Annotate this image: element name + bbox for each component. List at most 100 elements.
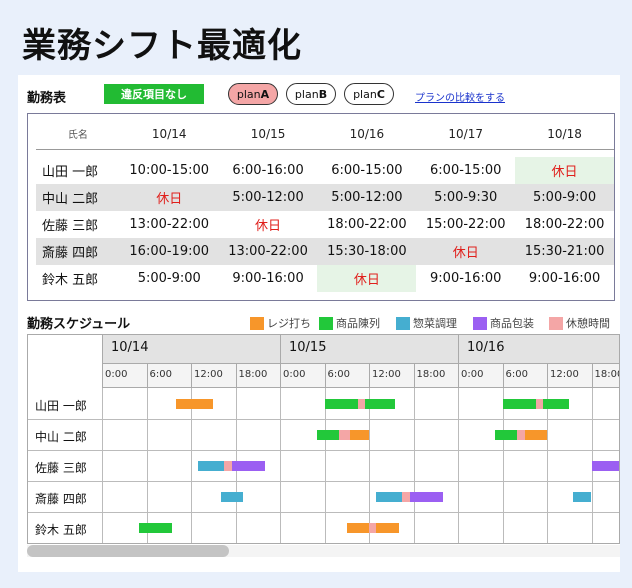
legend-label: レジ打ち (267, 317, 311, 330)
plan-b-prefix: plan (294, 87, 319, 101)
shift-cell[interactable]: 16:00-19:00 (119, 238, 219, 265)
legend-swatch (250, 316, 264, 330)
legend-swatch (549, 316, 563, 330)
shift-cell[interactable]: 15:30-21:00 (515, 238, 614, 265)
schedule-bar[interactable] (572, 492, 592, 502)
legend-item: 惣菜調理 (396, 315, 457, 331)
plan-b-button[interactable]: plan B (286, 83, 336, 105)
schedule-bar[interactable] (357, 399, 366, 409)
schedule-bar[interactable] (524, 430, 547, 440)
schedule-bar[interactable] (139, 523, 173, 533)
shift-cell[interactable]: 9:00-16:00 (416, 265, 515, 292)
shift-cell[interactable]: 13:00-22:00 (120, 211, 219, 238)
plan-a-button[interactable]: plan A (228, 83, 278, 105)
shift-cell[interactable]: 6:00-15:00 (416, 157, 515, 184)
schedule-bar[interactable] (324, 399, 358, 409)
grid-vline (324, 388, 326, 543)
legend-label: 商品陳列 (336, 317, 380, 330)
schedule-bar[interactable] (376, 492, 403, 502)
legend-label: 惣菜調理 (413, 317, 457, 330)
day-header: 10/17 (416, 119, 516, 150)
schedule-employee-name: 山田 一郎 (35, 399, 87, 413)
shift-cell[interactable]: 休日 (515, 157, 614, 184)
shift-cell[interactable]: 15:30-18:00 (317, 238, 417, 265)
grid-vline (102, 388, 103, 543)
schedule-scrollbar[interactable] (27, 545, 620, 557)
hour-header: 0:00 (458, 364, 503, 388)
scrollbar-thumb[interactable] (27, 545, 229, 557)
main-panel: 勤務表 違反項目なし plan A plan B plan C プランの比較をする 氏… (18, 75, 620, 572)
grid-vline (458, 388, 459, 543)
shift-cell[interactable]: 10:00-15:00 (120, 157, 219, 184)
shift-cell[interactable]: 9:00-16:00 (219, 265, 318, 292)
shift-table-box: 氏名 10/14 10/15 10/16 10/17 10/18 山田 一郎 10… (27, 113, 615, 301)
plan-c-button[interactable]: plan C (344, 83, 394, 105)
legend-item: レジ打ち (250, 315, 311, 331)
schedule-bar[interactable] (495, 430, 518, 440)
grid-vline (369, 388, 370, 543)
shift-row: 中山 二郎 休日 5:00-12:00 5:00-12:00 5:00-9:30 5:00… (36, 184, 614, 211)
schedule-bar[interactable] (402, 492, 410, 502)
hour-header: 0:00 (102, 364, 147, 388)
shift-cell[interactable]: 5:00-12:00 (317, 184, 417, 211)
shift-cell[interactable]: 13:00-22:00 (218, 238, 318, 265)
schedule-bar[interactable] (317, 430, 340, 440)
schedule-bar[interactable] (220, 492, 243, 502)
hour-header: 18:00 (235, 364, 280, 388)
schedule-bar[interactable] (376, 523, 399, 533)
shift-cell[interactable]: 休日 (317, 265, 417, 292)
schedule-bar[interactable] (346, 523, 369, 533)
hour-header: 18:00 (591, 364, 619, 388)
shift-cell[interactable]: 5:00-9:00 (515, 184, 614, 211)
hour-header: 12:00 (369, 364, 414, 388)
date-header: 10/15 (280, 335, 458, 364)
grid-vline (547, 388, 548, 543)
date-header: 10/14 (102, 335, 280, 364)
shift-cell[interactable]: 休日 (416, 238, 516, 265)
shift-cell[interactable]: 6:00-15:00 (317, 157, 416, 184)
schedule-bar[interactable] (365, 399, 395, 409)
plan-a-suffix: A (260, 87, 270, 101)
shift-cell[interactable]: 5:00-12:00 (218, 184, 318, 211)
day-header: 10/16 (317, 119, 417, 150)
schedule-bar[interactable] (224, 461, 232, 471)
schedule-bar[interactable] (502, 399, 536, 409)
grid-vline (413, 388, 415, 543)
hour-header: 6:00 (502, 364, 547, 388)
shift-cell[interactable]: 5:00-9:30 (416, 184, 516, 211)
legend-item: 休憩時間 (549, 315, 610, 331)
shift-cell[interactable]: 15:00-22:00 (416, 211, 515, 238)
shift-cell[interactable]: 休日 (219, 211, 318, 238)
employee-name: 中山 二郎 (36, 184, 120, 211)
shift-cell[interactable]: 18:00-22:00 (317, 211, 416, 238)
grid-hline (28, 481, 619, 482)
schedule-employee-name: 鈴木 五郎 (35, 523, 87, 537)
schedule-bar[interactable] (339, 430, 351, 440)
shift-cell[interactable]: 5:00-9:00 (120, 265, 219, 292)
grid-hline (28, 419, 619, 420)
shift-cell[interactable]: 18:00-22:00 (515, 211, 614, 238)
schedule-gantt: 10/14 0:00 6:00 12:00 18:00 10/15 0:00 6:00 12:0… (27, 334, 620, 544)
shift-cell[interactable]: 休日 (119, 184, 219, 211)
schedule-bar[interactable] (231, 461, 266, 471)
shift-cell[interactable]: 9:00-16:00 (515, 265, 614, 292)
schedule-bar[interactable] (198, 461, 225, 471)
employee-name: 佐藤 三郎 (42, 219, 99, 234)
schedule-bar[interactable] (176, 399, 214, 409)
plan-c-suffix: C (376, 87, 385, 101)
schedule-bar[interactable] (350, 430, 369, 440)
plan-c-prefix: plan (353, 87, 377, 101)
schedule-bar[interactable] (369, 523, 377, 533)
compare-plans-link[interactable]: プランの比較をする (415, 89, 505, 104)
shift-cell[interactable]: 6:00-16:00 (219, 157, 318, 184)
hour-header: 12:00 (547, 364, 592, 388)
schedule-bar[interactable] (409, 492, 444, 502)
schedule-bar[interactable] (535, 399, 544, 409)
schedule-bar[interactable] (591, 461, 619, 471)
roster-title: 勤務表 (27, 91, 67, 106)
date-header: 10/16 (458, 335, 619, 364)
schedule-bar[interactable] (543, 399, 570, 409)
hour-header: 6:00 (146, 364, 191, 388)
schedule-bar[interactable] (517, 430, 525, 440)
plan-a-prefix: plan (236, 87, 261, 101)
